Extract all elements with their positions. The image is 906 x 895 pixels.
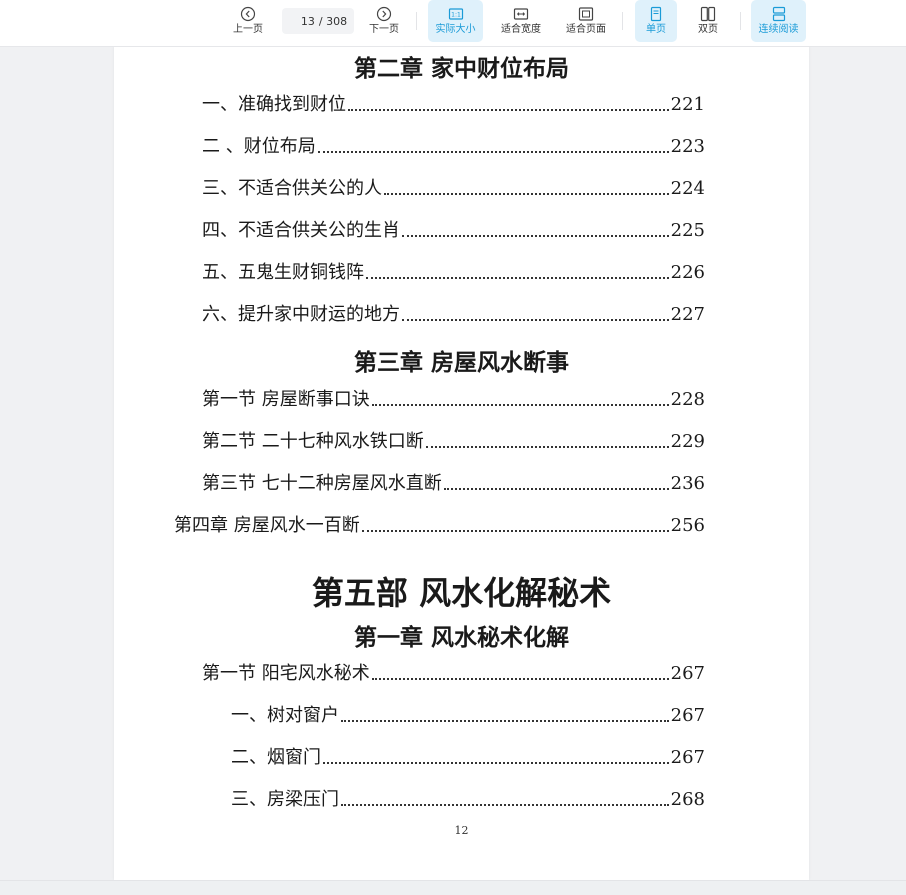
toc-leader-dots bbox=[371, 678, 669, 680]
toc-entry-title: 第一节 阳宅风水秘术 bbox=[202, 663, 370, 684]
toc-leader-dots bbox=[425, 446, 669, 448]
actual-size-button[interactable]: 1:1 实际大小 bbox=[428, 0, 483, 42]
toc-entry-title: 四、不适合供关公的生肖 bbox=[202, 220, 400, 241]
toolbar-divider bbox=[740, 12, 741, 30]
toc-leader-dots bbox=[402, 235, 669, 237]
double-page-button[interactable]: 双页 bbox=[687, 0, 729, 42]
toc-leader-dots bbox=[317, 151, 669, 153]
single-page-label: 单页 bbox=[646, 24, 666, 35]
toc-entry-page: 268 bbox=[670, 789, 705, 810]
toc-entry-title: 五、五鬼生财铜钱阵 bbox=[202, 262, 364, 283]
toc-entry-page: 221 bbox=[670, 94, 705, 115]
toc-leader-dots bbox=[443, 488, 669, 490]
toolbar-divider bbox=[416, 12, 417, 30]
toc-leader-dots bbox=[323, 762, 669, 764]
toc-entry[interactable]: 六、提升家中财运的地方 227 bbox=[202, 304, 705, 326]
chevron-left-circle-icon bbox=[240, 6, 256, 22]
toc-entry-title: 第一节 房屋断事口诀 bbox=[202, 389, 370, 410]
actual-size-label: 实际大小 bbox=[435, 24, 476, 35]
toc-entry-title: 三、不适合供关公的人 bbox=[202, 178, 382, 199]
toc-leader-dots bbox=[402, 319, 669, 321]
toc-entry-page: 236 bbox=[670, 473, 705, 494]
continuous-reading-button[interactable]: 连续阅读 bbox=[751, 0, 806, 42]
page-total: / 308 bbox=[318, 14, 348, 28]
toc-entry[interactable]: 第二节 二十七种风水铁口断 229 bbox=[202, 431, 705, 453]
toc-entry[interactable]: 四、不适合供关公的生肖 225 bbox=[202, 220, 705, 242]
fit-page-icon bbox=[578, 7, 594, 21]
toc-entry-page: 223 bbox=[670, 136, 705, 157]
single-page-button[interactable]: 单页 bbox=[635, 0, 677, 42]
fit-page-button[interactable]: 适合页面 bbox=[560, 0, 612, 42]
toc-entry-page: 224 bbox=[670, 178, 705, 199]
toolbar-divider bbox=[622, 12, 623, 30]
toolbar: 上一页 / 308 下一页 1:1 实际大小 适合宽度 适合页面 bbox=[0, 0, 906, 47]
bottom-bar bbox=[0, 880, 906, 895]
toc-entry[interactable]: 第一节 阳宅风水秘术 267 bbox=[202, 663, 705, 685]
toc-entry-title: 三、房梁压门 bbox=[231, 789, 339, 810]
double-page-label: 双页 bbox=[698, 24, 718, 35]
toc-entry-page: 228 bbox=[670, 389, 705, 410]
part-heading: 第五部 风水化解秘术 bbox=[311, 574, 612, 612]
actual-size-icon: 1:1 bbox=[448, 8, 463, 20]
fit-width-button[interactable]: 适合宽度 bbox=[495, 0, 547, 42]
continuous-reading-icon bbox=[772, 6, 785, 22]
toc-entry-page: 267 bbox=[670, 663, 705, 684]
page-indicator: / 308 bbox=[282, 8, 354, 34]
toc-entry-page: 229 bbox=[670, 431, 705, 452]
toc-entry-title: 第二节 二十七种风水铁口断 bbox=[202, 431, 424, 452]
toc-entry-title: 六、提升家中财运的地方 bbox=[202, 304, 400, 325]
prev-page-button[interactable]: 上一页 bbox=[226, 0, 270, 42]
toc-leader-dots bbox=[341, 720, 669, 722]
toc-leader-dots bbox=[371, 404, 669, 406]
prev-page-label: 上一页 bbox=[233, 24, 263, 35]
page-footer-number: 12 bbox=[454, 824, 469, 837]
toc-entry-title: 二 、财位布局 bbox=[202, 136, 316, 157]
fit-width-icon bbox=[513, 8, 529, 20]
chapter-heading: 第一章 风水秘术化解 bbox=[353, 624, 569, 651]
fit-page-label: 适合页面 bbox=[566, 24, 606, 35]
toc-leader-dots bbox=[366, 277, 669, 279]
toc-entry-page: 225 bbox=[670, 220, 705, 241]
continuous-reading-label: 连续阅读 bbox=[758, 24, 799, 35]
toc-entry[interactable]: 三、房梁压门 268 bbox=[231, 789, 705, 811]
next-page-label: 下一页 bbox=[369, 24, 399, 35]
next-page-button[interactable]: 下一页 bbox=[362, 0, 406, 42]
toc-entry[interactable]: 第一节 房屋断事口诀 228 bbox=[202, 389, 705, 411]
toc-entry-page: 267 bbox=[670, 705, 705, 726]
toc-entry[interactable]: 二 、财位布局 223 bbox=[202, 136, 705, 158]
toc-entry-title: 第三节 七十二种房屋风水直断 bbox=[202, 473, 442, 494]
toc-entry-title: 第四章 房屋风水一百断 bbox=[174, 515, 360, 536]
toc-leader-dots bbox=[348, 109, 669, 111]
toc-entry-page: 267 bbox=[670, 747, 705, 768]
page-number-input[interactable] bbox=[288, 14, 315, 28]
chevron-right-circle-icon bbox=[376, 6, 392, 22]
toc-entry-page: 226 bbox=[670, 262, 705, 283]
toc-entry-page: 227 bbox=[670, 304, 705, 325]
toc-entry-page: 256 bbox=[670, 515, 705, 536]
double-page-icon bbox=[700, 6, 716, 22]
toc-entry-title: 二、烟窗门 bbox=[231, 747, 321, 768]
document-page: 第二章 家中财位布局 一、准确找到财位 221 二 、财位布局 223 三、不适… bbox=[114, 46, 809, 880]
svg-text:1:1: 1:1 bbox=[451, 12, 461, 19]
fit-width-label: 适合宽度 bbox=[501, 24, 541, 35]
toc-entry[interactable]: 一、准确找到财位 221 bbox=[202, 94, 705, 116]
toc-leader-dots bbox=[384, 193, 669, 195]
toc-entry[interactable]: 第三节 七十二种房屋风水直断 236 bbox=[202, 473, 705, 495]
chapter-heading: 第三章 房屋风水断事 bbox=[353, 349, 569, 376]
single-page-icon bbox=[650, 6, 662, 22]
toc-entry[interactable]: 第四章 房屋风水一百断 256 bbox=[174, 515, 705, 537]
toc-entry-title: 一、准确找到财位 bbox=[202, 94, 346, 115]
toc-entry[interactable]: 五、五鬼生财铜钱阵 226 bbox=[202, 262, 705, 284]
toc-entry[interactable]: 一、树对窗户 267 bbox=[231, 705, 705, 727]
chapter-heading: 第二章 家中财位布局 bbox=[353, 55, 569, 82]
toc-leader-dots bbox=[341, 804, 669, 806]
toc-entry-title: 一、树对窗户 bbox=[231, 705, 339, 726]
toc-leader-dots bbox=[361, 530, 669, 532]
toc-entry[interactable]: 三、不适合供关公的人 224 bbox=[202, 178, 705, 200]
toc-entry[interactable]: 二、烟窗门 267 bbox=[231, 747, 705, 769]
